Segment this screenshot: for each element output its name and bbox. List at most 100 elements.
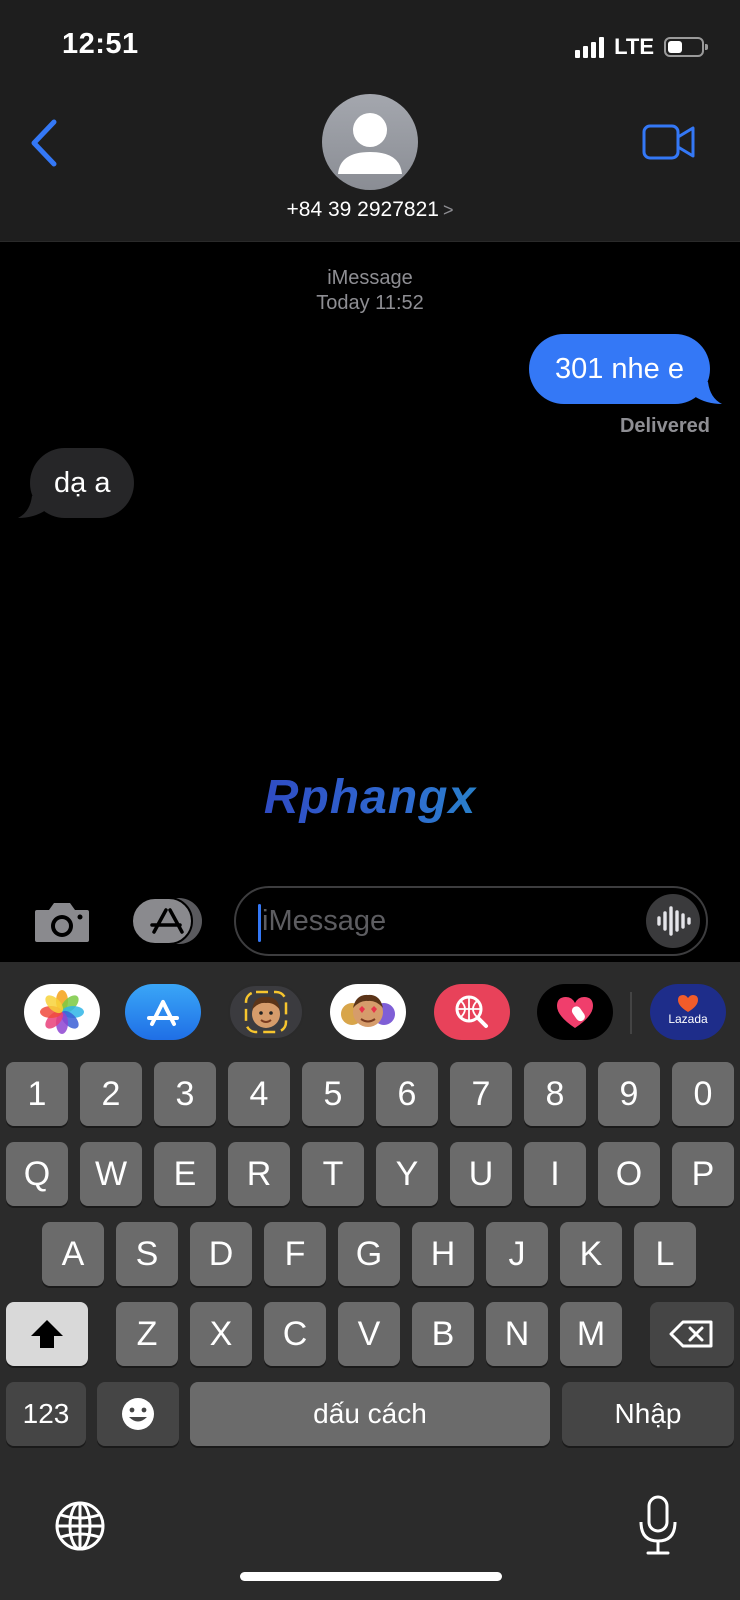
key-9[interactable]: 9 <box>598 1062 660 1126</box>
web-image-search-icon <box>455 995 488 1028</box>
emoji-key[interactable] <box>97 1382 179 1446</box>
shift-icon <box>31 1320 63 1348</box>
app-store-icon <box>147 1000 179 1026</box>
key-r[interactable]: R <box>228 1142 290 1206</box>
key-e[interactable]: E <box>154 1142 216 1206</box>
text-caret <box>258 904 261 942</box>
key-j[interactable]: J <box>486 1222 548 1286</box>
web-images-app-button[interactable] <box>434 984 510 1040</box>
camera-icon <box>35 903 89 942</box>
memoji-icon <box>244 990 288 1034</box>
key-7[interactable]: 7 <box>450 1062 512 1126</box>
key-i[interactable]: I <box>524 1142 586 1206</box>
audio-message-button[interactable] <box>646 894 700 948</box>
key-8[interactable]: 8 <box>524 1062 586 1126</box>
message-text: 301 nhe e <box>554 353 684 385</box>
outgoing-message-bubble[interactable]: 301 nhe e <box>528 334 722 404</box>
key-t[interactable]: T <box>302 1142 364 1206</box>
memoji-stickers-app-button[interactable] <box>330 984 406 1040</box>
key-k[interactable]: K <box>560 1222 622 1286</box>
memoji-stickers-icon <box>341 994 395 1027</box>
key-5[interactable]: 5 <box>302 1062 364 1126</box>
photos-app-button[interactable] <box>24 984 100 1040</box>
dictation-button[interactable] <box>636 1494 680 1558</box>
contact-name[interactable]: +84 39 2927821 > <box>0 198 740 222</box>
message-input[interactable]: iMessage <box>234 886 708 956</box>
key-v[interactable]: V <box>338 1302 400 1366</box>
contact-avatar[interactable] <box>322 94 418 190</box>
key-m[interactable]: M <box>560 1302 622 1366</box>
status-indicators: LTE <box>575 34 708 60</box>
key-l[interactable]: L <box>634 1222 696 1286</box>
key-2[interactable]: 2 <box>80 1062 142 1126</box>
key-q[interactable]: Q <box>6 1142 68 1206</box>
key-b[interactable]: B <box>412 1302 474 1366</box>
battery-icon <box>664 37 708 57</box>
numbers-key[interactable]: 123 <box>6 1382 86 1446</box>
lazada-label: Lazada <box>668 1012 708 1026</box>
digital-touch-app-button[interactable] <box>537 984 613 1040</box>
bubble-tail <box>694 382 722 404</box>
key-h[interactable]: H <box>412 1222 474 1286</box>
key-6[interactable]: 6 <box>376 1062 438 1126</box>
app-store-icon <box>131 897 202 945</box>
signal-icon <box>575 36 605 58</box>
return-key[interactable]: Nhập <box>562 1382 734 1446</box>
key-p[interactable]: P <box>672 1142 734 1206</box>
key-0[interactable]: 0 <box>672 1062 734 1126</box>
chevron-right-icon: > <box>442 200 454 220</box>
key-f[interactable]: F <box>264 1222 326 1286</box>
key-3[interactable]: 3 <box>154 1062 216 1126</box>
key-y[interactable]: Y <box>376 1142 438 1206</box>
key-x[interactable]: X <box>190 1302 252 1366</box>
message-timestamp: Today 11:52 <box>316 292 424 314</box>
key-d[interactable]: D <box>190 1222 252 1286</box>
message-input-placeholder: iMessage <box>262 905 387 937</box>
audio-waveform-icon <box>657 906 691 936</box>
key-4[interactable]: 4 <box>228 1062 290 1126</box>
message-text: dạ a <box>54 467 111 499</box>
bubble-tail <box>18 496 46 518</box>
network-type: LTE <box>614 34 654 59</box>
microphone-icon <box>639 1495 677 1555</box>
back-button[interactable] <box>26 118 66 168</box>
conversation-header: 12:51 LTE +84 39 2927821 > <box>0 0 740 242</box>
service-label: iMessage <box>327 267 413 289</box>
backspace-key[interactable] <box>650 1302 734 1366</box>
app-strip-divider <box>630 992 632 1034</box>
lazada-app-button[interactable]: Lazada <box>650 984 726 1040</box>
key-n[interactable]: N <box>486 1302 548 1366</box>
memoji-app-button[interactable] <box>228 984 304 1040</box>
globe-button[interactable] <box>52 1498 108 1554</box>
contact-number: +84 39 2927821 <box>286 198 439 221</box>
key-s[interactable]: S <box>116 1222 178 1286</box>
globe-icon <box>55 1501 105 1551</box>
key-u[interactable]: U <box>450 1142 512 1206</box>
heart-touch-icon <box>557 997 593 1028</box>
keyboard: Lazada 1234567890QWERTYUIOPASDFGHJKLZXCV… <box>0 962 740 1600</box>
space-key[interactable]: dấu cách <box>190 1382 550 1446</box>
status-time: 12:51 <box>62 28 139 60</box>
incoming-message-bubble[interactable]: dạ a <box>18 448 135 518</box>
conversation-meta: iMessage Today 11:52 <box>0 266 740 316</box>
key-o[interactable]: O <box>598 1142 660 1206</box>
app-store-button[interactable] <box>131 897 202 945</box>
home-indicator[interactable] <box>240 1572 502 1581</box>
key-1[interactable]: 1 <box>6 1062 68 1126</box>
key-a[interactable]: A <box>42 1222 104 1286</box>
video-call-button[interactable] <box>642 122 696 162</box>
key-w[interactable]: W <box>80 1142 142 1206</box>
key-g[interactable]: G <box>338 1222 400 1286</box>
imessage-app-strip: Lazada <box>0 962 740 1054</box>
backspace-icon <box>669 1320 713 1348</box>
photos-icon <box>40 990 84 1034</box>
camera-button[interactable] <box>33 900 91 944</box>
key-c[interactable]: C <box>264 1302 326 1366</box>
delivery-status: Delivered <box>619 415 710 437</box>
key-z[interactable]: Z <box>116 1302 178 1366</box>
contact-avatar-icon <box>338 113 402 174</box>
video-call-icon <box>642 124 695 160</box>
back-chevron-icon <box>31 119 57 167</box>
shift-key[interactable] <box>6 1302 88 1366</box>
app-store-app-button[interactable] <box>125 984 201 1040</box>
